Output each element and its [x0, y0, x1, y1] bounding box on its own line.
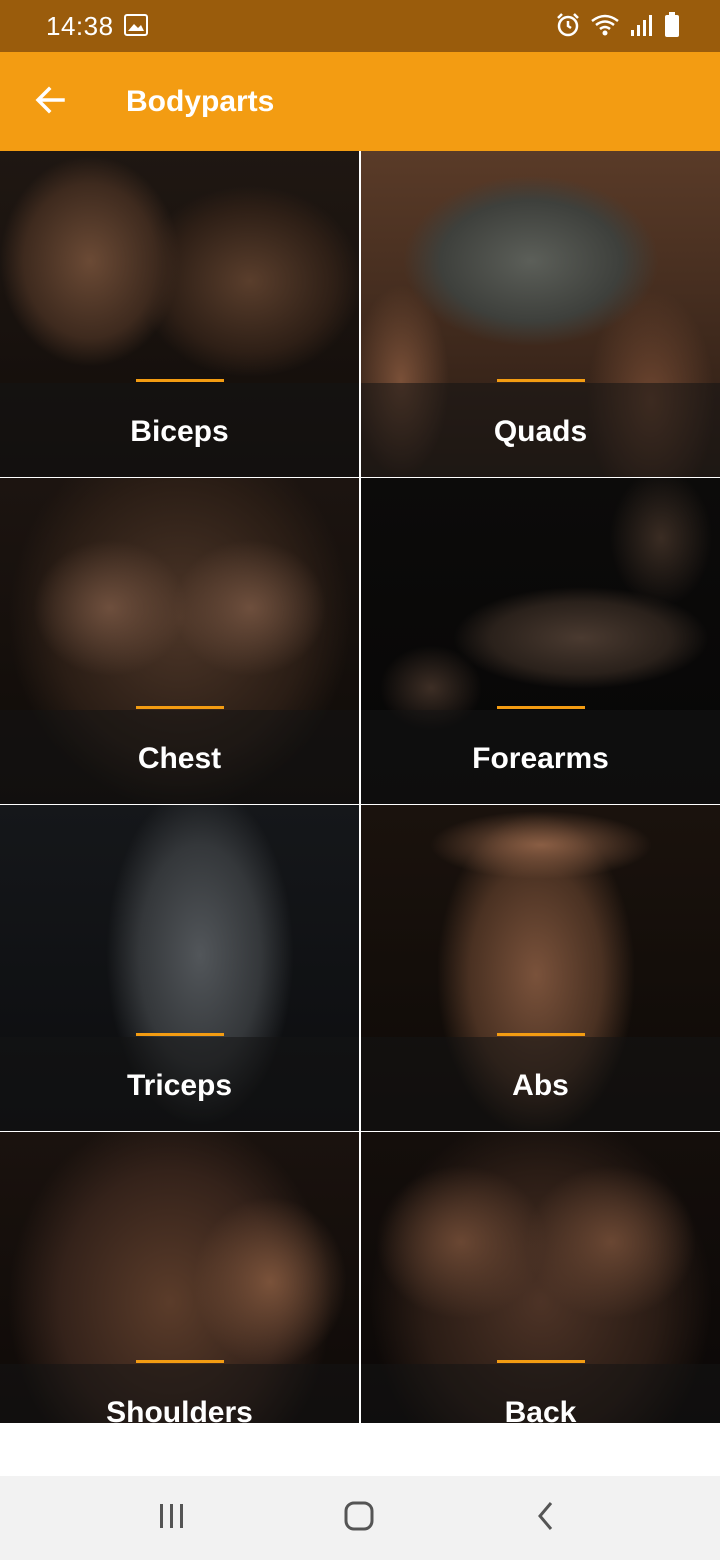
recent-apps-button[interactable] [142, 1498, 202, 1538]
bodypart-label: Quads [493, 415, 588, 448]
bodypart-tile-forearms[interactable]: Forearms [361, 478, 720, 804]
tile-caption: Biceps [0, 379, 359, 477]
tile-caption: Back [361, 1360, 720, 1423]
image-icon [124, 14, 148, 36]
accent-line [136, 1033, 224, 1036]
navigation-bar [0, 1476, 720, 1560]
accent-line [497, 379, 585, 382]
bodypart-tile-abs[interactable]: Abs [361, 805, 720, 1131]
accent-line [497, 1033, 585, 1036]
bodypart-tile-back[interactable]: Back [361, 1132, 720, 1423]
back-button[interactable] [22, 76, 78, 128]
app-bar: Bodyparts [0, 52, 720, 151]
tile-caption: Shoulders [0, 1360, 359, 1423]
bodypart-tile-shoulders[interactable]: Shoulders [0, 1132, 359, 1423]
bodypart-tile-quads[interactable]: Quads [361, 151, 720, 477]
accent-line [136, 706, 224, 709]
tile-caption: Abs [361, 1033, 720, 1131]
bodyparts-grid: Biceps Quads Chest Forearms Triceps Abs … [0, 151, 720, 1423]
accent-line [497, 706, 585, 709]
status-bar: 14:38 [0, 0, 720, 52]
arrow-back-icon [35, 86, 65, 119]
status-icons [556, 12, 680, 43]
home-icon [343, 1500, 375, 1537]
tile-caption: Chest [0, 706, 359, 804]
bodypart-tile-biceps[interactable]: Biceps [0, 151, 359, 477]
tile-caption: Forearms [361, 706, 720, 804]
recent-apps-icon [157, 1502, 187, 1535]
bodypart-label: Back [504, 1396, 577, 1423]
tile-caption: Quads [361, 379, 720, 477]
bodypart-label: Triceps [126, 1069, 233, 1102]
signal-icon [630, 13, 654, 42]
nav-back-button[interactable] [516, 1498, 576, 1538]
battery-icon [664, 12, 680, 43]
bodypart-label: Shoulders [106, 1396, 253, 1423]
back-icon [536, 1500, 556, 1537]
bodypart-label: Abs [512, 1069, 569, 1102]
accent-line [136, 1360, 224, 1363]
bodypart-tile-triceps[interactable]: Triceps [0, 805, 359, 1131]
status-time: 14:38 [46, 11, 114, 41]
alarm-icon [556, 12, 580, 43]
bodypart-label: Chest [137, 742, 222, 775]
tile-caption: Triceps [0, 1033, 359, 1131]
bottom-spacer [0, 1423, 720, 1476]
home-button[interactable] [329, 1498, 389, 1538]
page-title: Bodyparts [126, 85, 275, 118]
accent-line [497, 1360, 585, 1363]
bodypart-tile-chest[interactable]: Chest [0, 478, 359, 804]
accent-line [136, 379, 224, 382]
bodypart-label: Forearms [472, 742, 609, 775]
bodypart-label: Biceps [130, 415, 229, 448]
wifi-icon [590, 13, 620, 42]
